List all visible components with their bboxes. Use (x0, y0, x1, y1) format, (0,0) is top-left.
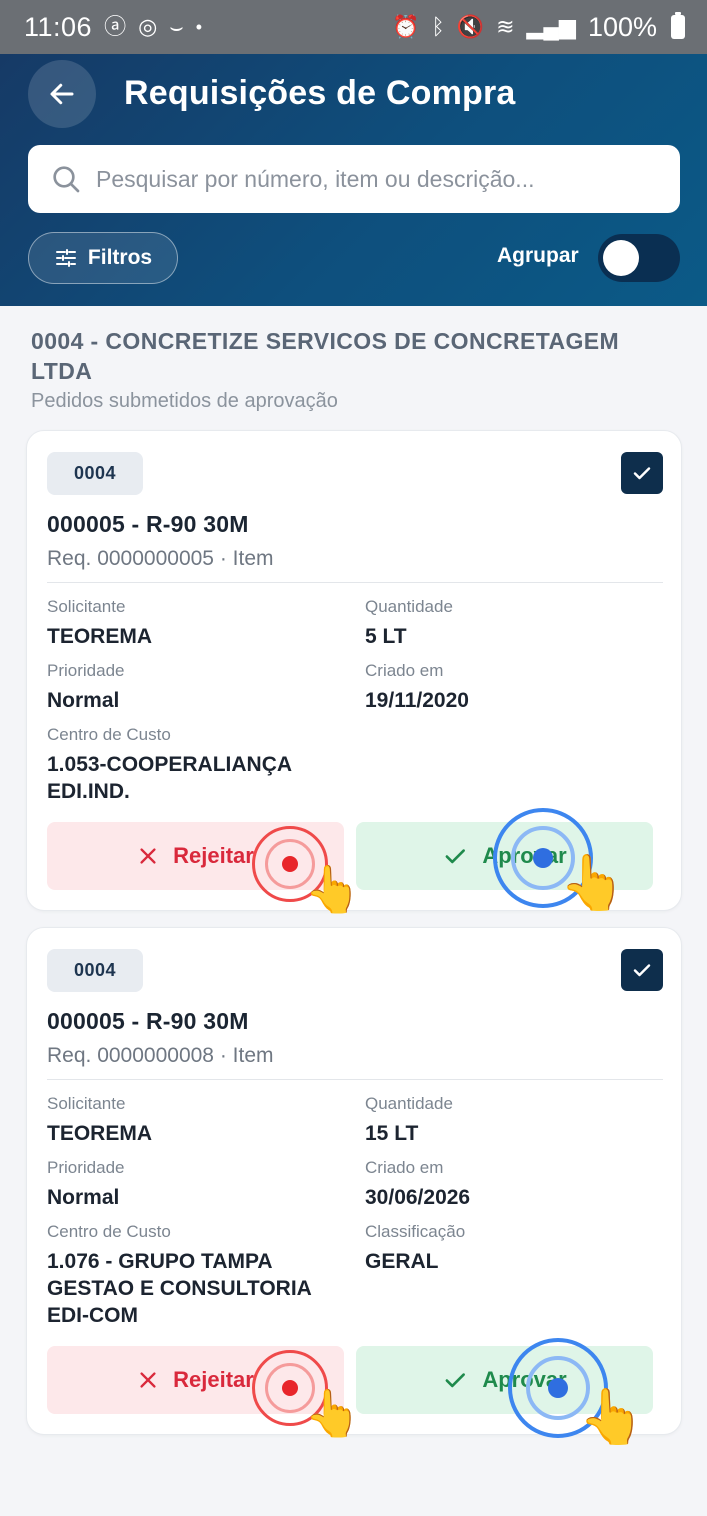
app-header: Requisições de Compra Filtros Agrupar (0, 54, 707, 306)
field-label: Centro de Custo (47, 1222, 171, 1241)
field-priority: Prioridade Normal (47, 1158, 125, 1211)
requisition-card[interactable]: 0004 000005 - R-90 30M Req. 0000000005 ·… (26, 430, 682, 911)
field-label: Solicitante (47, 1094, 126, 1113)
field-priority: Prioridade Normal (47, 661, 125, 714)
field-value: 1.076 - GRUPO TAMPA GESTAO E CONSULTORIA… (47, 1250, 312, 1327)
field-value: 30/06/2026 (365, 1186, 471, 1209)
search-icon (53, 166, 80, 193)
field-classification: Classificação GERAL (365, 1222, 465, 1275)
card-subtitle: Req. 0000000005 · Item (47, 547, 274, 570)
branch-badge: 0004 (47, 452, 143, 495)
group-toggle-knob (603, 240, 639, 276)
field-value: Normal (47, 689, 120, 712)
card-divider (47, 582, 663, 583)
branch-badge: 0004 (47, 949, 143, 992)
field-label: Solicitante (47, 597, 126, 616)
field-label: Classificação (365, 1222, 466, 1241)
mute-icon: 🔇 (456, 14, 485, 39)
field-label: Criado em (365, 661, 444, 680)
field-label: Quantidade (365, 597, 453, 616)
requisition-card[interactable]: 0004 000005 - R-90 30M Req. 0000000008 ·… (26, 927, 682, 1435)
card-subtitle: Req. 0000000008 · Item (47, 1044, 274, 1067)
battery-icon (671, 12, 685, 39)
close-icon (140, 848, 156, 864)
check-icon (633, 467, 651, 480)
page-title: Requisições de Compra (124, 74, 516, 112)
field-label: Prioridade (47, 661, 125, 680)
field-label: Prioridade (47, 1158, 125, 1177)
close-icon (140, 1372, 156, 1388)
field-label: Quantidade (365, 1094, 453, 1113)
group-title: 0004 - CONCRETIZE SERVICOS DE CONCRETAGE… (31, 328, 620, 384)
notification-dot-icon: • (195, 16, 203, 37)
arrow-left-icon (50, 83, 74, 105)
bluetooth-icon: ᛒ (431, 14, 445, 39)
field-label: Centro de Custo (47, 725, 171, 744)
battery-percent: 100% (587, 11, 657, 42)
reject-button[interactable]: Rejeitar (47, 822, 344, 890)
approve-label: Aprovar (482, 1367, 567, 1392)
field-cost-center: Centro de Custo 1.076 - GRUPO TAMPA GEST… (47, 1222, 347, 1329)
search-input[interactable] (96, 165, 656, 193)
status-bar-right: ⏰ ᛒ 🔇 ≋ ▂▄▆ 100% (392, 12, 685, 43)
amazon-icon: ⌣ (169, 14, 184, 39)
status-bar: 11:06 ⓐ ◎ ⌣ • ⏰ ᛒ 🔇 ≋ ▂▄▆ 100% (0, 0, 707, 54)
field-value: 15 LT (365, 1122, 419, 1145)
field-cost-center: Centro de Custo 1.053-COOPERALIANÇA EDI.… (47, 725, 347, 805)
check-icon (445, 1373, 466, 1388)
field-requester: Solicitante TEOREMA (47, 597, 152, 650)
field-value: Normal (47, 1186, 120, 1209)
card-title: 000005 - R-90 30M (47, 1008, 249, 1034)
group-toggle-label: Agrupar (497, 244, 579, 267)
field-value: 19/11/2020 (365, 689, 469, 712)
approve-button[interactable]: Aprovar (356, 822, 653, 890)
field-value: GERAL (365, 1250, 439, 1273)
group-toggle[interactable] (598, 234, 680, 282)
alarm-icon: ⏰ (392, 14, 420, 39)
group-subtitle: Pedidos submetidos de aprovação (31, 390, 338, 412)
check-icon (633, 964, 651, 977)
reject-label: Rejeitar (173, 843, 254, 868)
field-quantity: Quantidade 5 LT (365, 597, 453, 650)
field-label: Criado em (365, 1158, 444, 1177)
status-bar-left: 11:06 ⓐ ◎ ⌣ • (24, 12, 202, 43)
reject-label: Rejeitar (173, 1367, 254, 1392)
check-icon (445, 849, 466, 864)
back-button[interactable] (28, 60, 96, 128)
sliders-icon (55, 249, 76, 267)
card-title: 000005 - R-90 30M (47, 511, 249, 537)
instagram-icon: ◎ (138, 14, 158, 39)
wifi-icon: ≋ (496, 14, 515, 39)
status-time: 11:06 (24, 11, 93, 42)
select-checkbox[interactable] (621, 949, 663, 991)
threads-icon: ⓐ (104, 14, 127, 39)
field-requester: Solicitante TEOREMA (47, 1094, 152, 1147)
search-box[interactable] (28, 145, 680, 213)
approve-label: Aprovar (482, 843, 567, 868)
field-quantity: Quantidade 15 LT (365, 1094, 453, 1147)
card-divider (47, 1079, 663, 1080)
field-value: TEOREMA (47, 1122, 152, 1145)
field-value: 5 LT (365, 625, 407, 648)
field-value: 1.053-COOPERALIANÇA EDI.IND. (47, 753, 292, 803)
field-value: TEOREMA (47, 625, 152, 648)
filters-button[interactable]: Filtros (28, 232, 178, 284)
field-created: Criado em 19/11/2020 (365, 661, 469, 714)
signal-icon: ▂▄▆ (526, 14, 576, 39)
approve-button[interactable]: Aprovar (356, 1346, 653, 1414)
reject-button[interactable]: Rejeitar (47, 1346, 344, 1414)
select-checkbox[interactable] (621, 452, 663, 494)
field-created: Criado em 30/06/2026 (365, 1158, 470, 1211)
filters-label: Filtros (87, 246, 153, 269)
